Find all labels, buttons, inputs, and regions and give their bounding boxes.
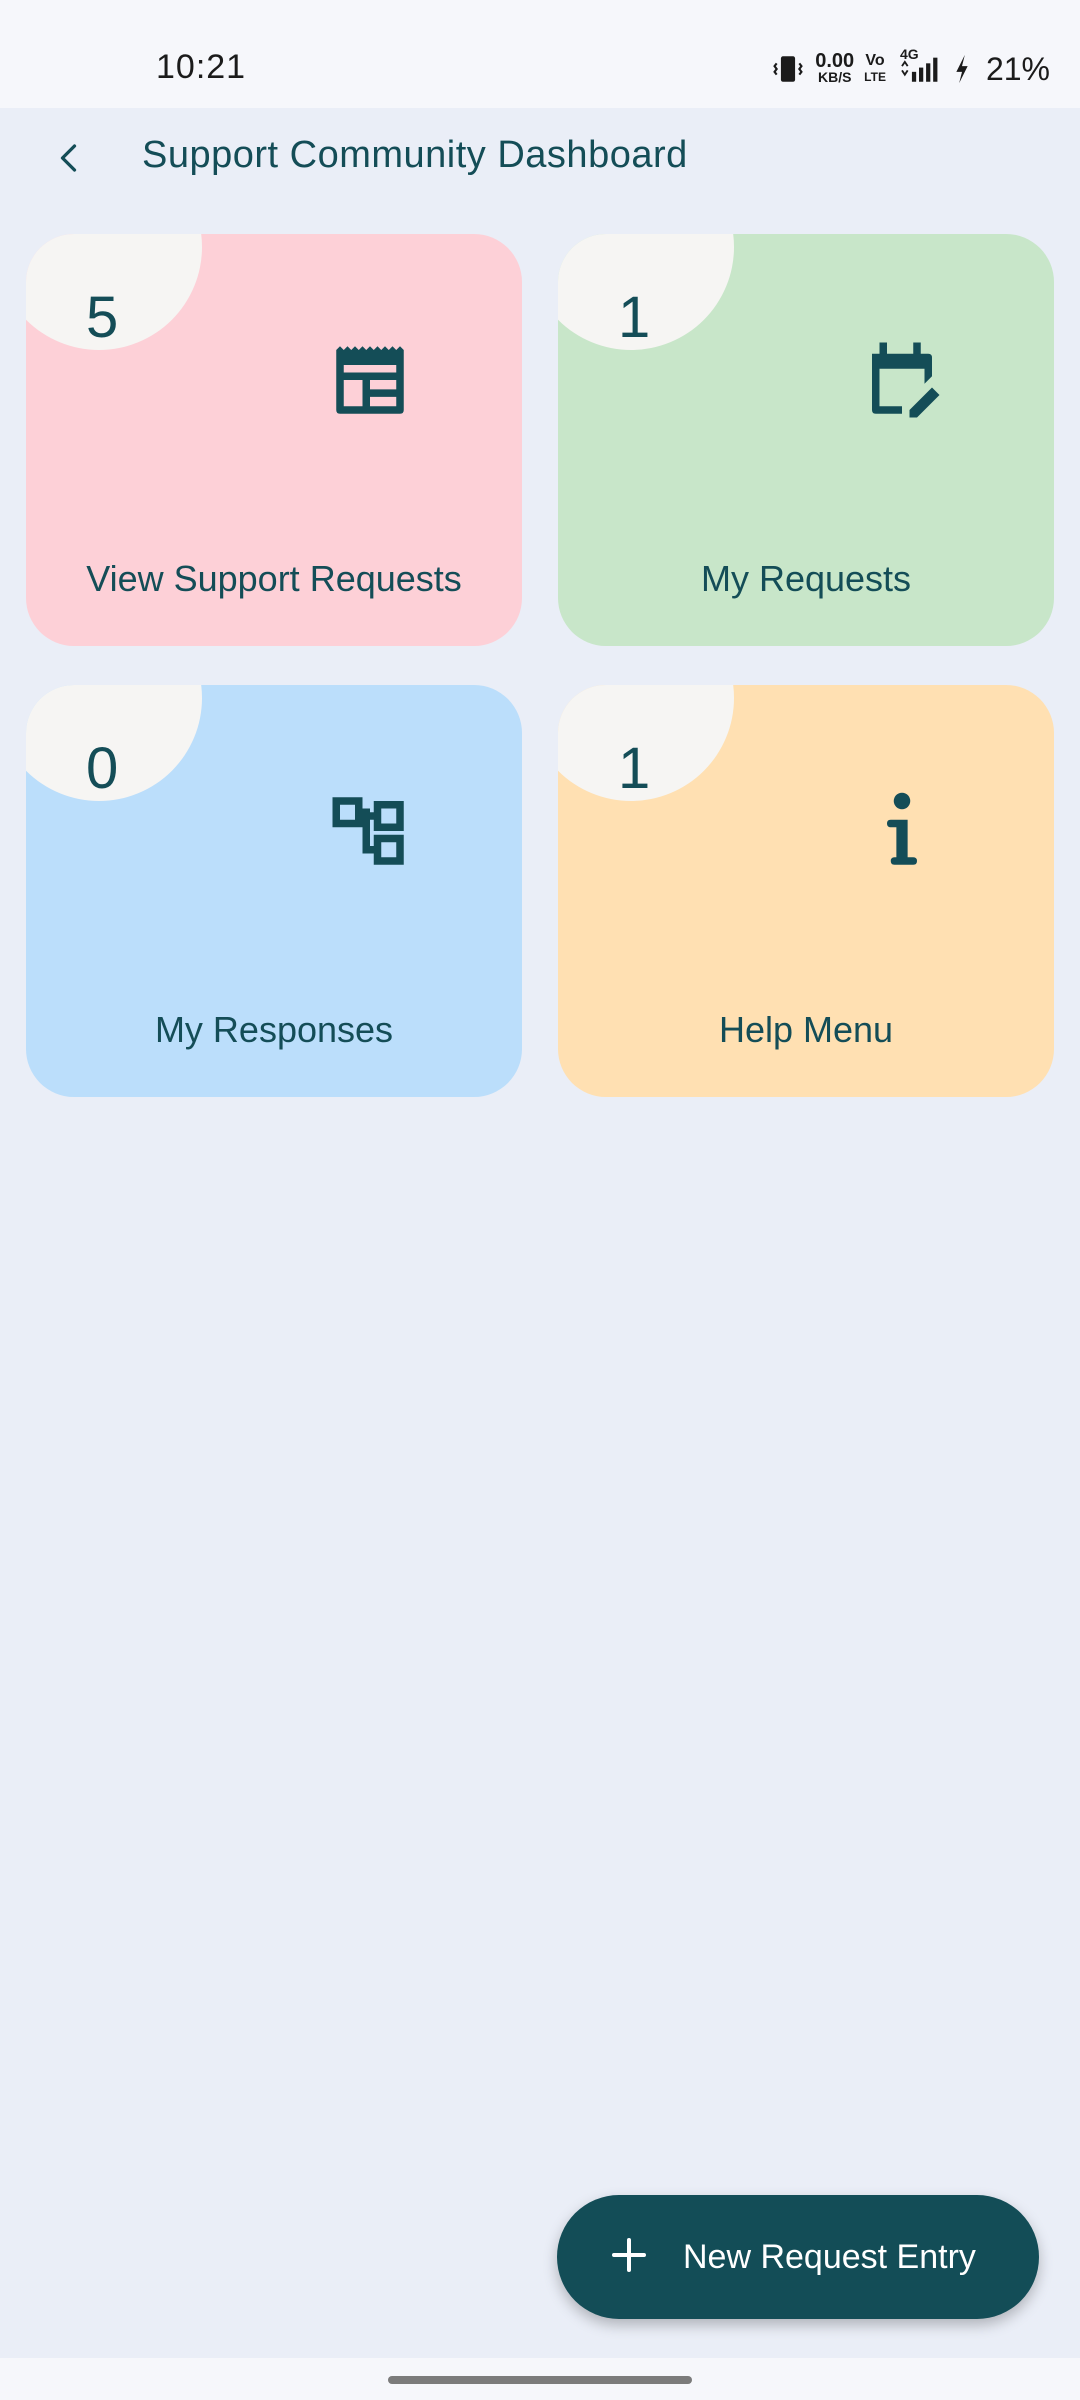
battery-level: 21% (985, 50, 1050, 87)
signal-icon: 4G (896, 46, 942, 86)
count-badge: 1 (618, 736, 651, 801)
plus-icon (609, 2235, 649, 2280)
home-indicator[interactable] (388, 2376, 692, 2384)
app-bar: Support Community Dashboard (0, 108, 1080, 208)
card-my-requests[interactable]: 1 My Requests (558, 234, 1054, 646)
card-label: Help Menu (718, 1009, 894, 1050)
card-label: My Responses (154, 1009, 394, 1050)
fab-label: New Request Entry (683, 2237, 976, 2276)
charging-icon (952, 52, 972, 86)
count-badge: 1 (618, 285, 651, 350)
volte-bottom: LTE (864, 70, 886, 84)
network-type: 4G (899, 46, 919, 62)
net-speed-unit: KB/S (817, 69, 852, 85)
card-label: View Support Requests (86, 558, 462, 599)
gesture-nav-area (0, 2358, 1080, 2400)
calendar-edit-icon (854, 332, 950, 428)
new-request-entry-button[interactable]: New Request Entry (557, 2195, 1039, 2319)
card-view-support-requests[interactable]: 5 View Support Requests (26, 234, 522, 646)
count-badge: 5 (86, 285, 119, 350)
page-title: Support Community Dashboard (142, 134, 688, 176)
volte-top: Vo (865, 52, 885, 69)
count-badge: 0 (86, 736, 119, 801)
volte-indicator: Vo LTE (864, 53, 886, 85)
card-label: My Requests (700, 558, 912, 599)
status-bar: 10:21 0.00 KB/S Vo LTE 4G 21% (0, 0, 1080, 108)
card-my-responses[interactable]: 0 My Responses (26, 685, 522, 1097)
net-speed-value: 0.00 (815, 50, 855, 72)
hierarchy-icon (322, 783, 418, 879)
chevron-left-icon (52, 140, 88, 181)
info-icon (854, 783, 950, 879)
vibrate-icon (771, 52, 805, 86)
back-button[interactable] (40, 130, 100, 190)
status-time: 10:21 (156, 48, 247, 86)
net-speed: 0.00 KB/S (815, 50, 855, 85)
table-icon (322, 332, 418, 428)
card-help-menu[interactable]: 1 Help Menu (558, 685, 1054, 1097)
status-icons: 0.00 KB/S Vo LTE 4G 21% (771, 46, 1050, 90)
